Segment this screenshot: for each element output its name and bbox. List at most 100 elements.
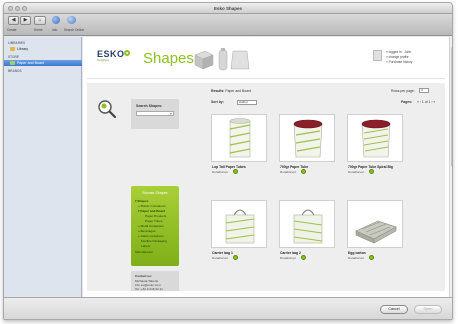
sidebar-heading-libraries: LIBRARIES: [8, 41, 26, 45]
browse-panel-title: Browse Shapes: [142, 191, 168, 195]
paper-tube-icon: [293, 119, 323, 158]
logged-in-text: » logged in : John: [386, 50, 412, 54]
product-vendor: Rotadisrupt: [280, 170, 296, 174]
app-window: Esko Shapes ◀ ▶ ⌂ Create Home Info Searc…: [3, 2, 453, 320]
header-bottle-icon: [218, 48, 228, 71]
brand-title: Shapes: [143, 50, 194, 67]
search-input[interactable]: »: [136, 111, 174, 116]
search-online-button[interactable]: [67, 16, 76, 24]
search-panel: Search Shapes: »: [131, 99, 179, 129]
tree-item-shapes[interactable]: ▾ Shapes: [135, 199, 148, 203]
sort-label: Sort by:: [211, 100, 224, 104]
carrier-bag-icon: [225, 209, 255, 244]
scrollbar-thumb[interactable]: [451, 47, 452, 167]
product-name[interactable]: Egg carton: [348, 251, 366, 255]
store-content: ESKO Graphics Shapes » logged in: John …: [83, 37, 452, 297]
user-avatar-icon: [373, 50, 382, 61]
sidebar-item-paper-and-board[interactable]: Paper and Board: [4, 60, 82, 66]
product-vendor: Rotadisrupt: [212, 256, 228, 260]
tree-item-metal-containers[interactable]: » Metal Containers: [138, 224, 164, 228]
product-thumbnail[interactable]: [211, 200, 267, 248]
cancel-button[interactable]: Cancel: [380, 305, 408, 314]
change-profile-link[interactable]: » change profile: [386, 55, 409, 59]
info-button[interactable]: [52, 16, 60, 24]
tree-item-beverages[interactable]: » Beverages: [138, 229, 155, 233]
main-band: Search Shapes: » Browse Shapes ▾ Shapes …: [87, 83, 445, 291]
add-product-button[interactable]: [369, 255, 374, 260]
rows-per-page-select[interactable]: 3: [419, 88, 429, 93]
title-bar: Esko Shapes: [4, 3, 452, 14]
product-vendor: Rotadisrupt: [348, 256, 364, 260]
toolbar-label-search-online: Search Online: [64, 28, 85, 32]
vertical-scrollbar[interactable]: [449, 37, 452, 297]
sidebar-item-library[interactable]: Library: [9, 46, 77, 52]
product-thumbnail[interactable]: [279, 114, 335, 162]
results-area: Results: Paper and Board Sort by: Author…: [211, 87, 441, 287]
esko-logo-tagline: Graphics: [97, 58, 110, 62]
pages-label: Pages:: [401, 100, 413, 104]
sort-select[interactable]: Author: [237, 100, 257, 105]
contact-panel: Contact us: Michaela Taberle info.eu@esk…: [131, 271, 179, 291]
add-product-button[interactable]: [233, 169, 238, 174]
add-product-button[interactable]: [233, 255, 238, 260]
paper-tube-icon: [229, 118, 251, 158]
toolbar-label-create: Create: [7, 28, 17, 32]
sidebar-item-label: Paper and Board: [17, 61, 45, 65]
add-product-button[interactable]: [301, 255, 306, 260]
tree-item-manufacturer[interactable]: Manufacturer: [135, 250, 153, 254]
results-heading: Results:: [211, 89, 225, 93]
contact-phone: Tel: +32 9 216 92 11: [135, 287, 163, 291]
tree-item-paper-tubes[interactable]: Paper Tubes: [145, 219, 163, 223]
pagination-nav[interactable]: « ‹ 1 of 1 › »: [417, 100, 435, 104]
product-vendor: Rotadisrupt: [348, 170, 364, 174]
tree-item-flexible-packaging[interactable]: Flexible Packaging: [141, 239, 167, 243]
user-box: » logged in : John » change profile » Pu…: [373, 48, 441, 68]
product-name[interactable]: Lop Tall Paper Tubes: [212, 165, 246, 169]
toolbar-label-info: Info: [52, 28, 58, 32]
product-card[interactable]: Carrier bag 1 Rotadisrupt: [211, 200, 267, 266]
product-card[interactable]: Lop Tall Paper Tubes Rotadisrupt: [211, 114, 267, 180]
product-card[interactable]: Carrier bag 2 Rotadisrupt: [279, 200, 335, 266]
tree-item-glass-containers[interactable]: » Glass containers: [138, 234, 164, 238]
header-box-icon: [194, 50, 214, 70]
toolbar: ◀ ▶ ⌂ Create Home Info Search Online: [4, 14, 452, 36]
product-vendor: Rotadisrupt: [280, 256, 296, 260]
add-product-button[interactable]: [301, 169, 306, 174]
back-button[interactable]: ◀: [8, 16, 19, 25]
tree-item-plastic-containers[interactable]: » Plastic Containers: [138, 204, 166, 208]
forward-button[interactable]: ▶: [20, 16, 31, 25]
search-go-button[interactable]: »: [170, 112, 172, 116]
tree-item-paper-products[interactable]: Paper Products: [145, 214, 166, 218]
sidebar-item-label: Library: [17, 47, 28, 51]
purchase-history-link[interactable]: » Purchase history: [386, 60, 412, 64]
add-product-button[interactable]: [369, 169, 374, 174]
tree-item-paper-and-board[interactable]: ▾ Paper and Board: [138, 209, 165, 213]
product-thumbnail[interactable]: [211, 114, 267, 162]
sidebar: LIBRARIES Library STORE Paper and Board …: [4, 37, 82, 297]
carrier-bag-icon: [293, 209, 323, 244]
product-thumbnail[interactable]: [347, 200, 403, 248]
window-title: Esko Shapes: [213, 6, 242, 11]
product-vendor: Rotadisrupt: [212, 170, 228, 174]
header-pouch-icon: [230, 50, 250, 70]
home-button[interactable]: ⌂: [34, 16, 46, 25]
product-card[interactable]: 700gr Paper Tube Spiral Big Rotadisrupt: [347, 114, 403, 180]
product-name[interactable]: Carrier bag 2: [280, 251, 301, 255]
dialog-footer: Cancel Open: [4, 297, 452, 319]
product-card[interactable]: 700gr Paper Tube Rotadisrupt: [279, 114, 335, 180]
header-shapes-illustration: [194, 48, 250, 71]
product-thumbnail[interactable]: [347, 114, 403, 162]
product-card[interactable]: Egg carton Rotadisrupt: [347, 200, 403, 266]
product-name[interactable]: Carrier bag 1: [212, 251, 233, 255]
rows-value: 3: [421, 88, 423, 92]
sidebar-heading-store: STORE: [8, 55, 19, 59]
home-icon: ⌂: [38, 17, 42, 23]
tree-item-labels[interactable]: Labels: [141, 244, 150, 248]
store-icon: [10, 61, 15, 65]
paper-tube-icon: [361, 119, 391, 158]
product-thumbnail[interactable]: [279, 200, 335, 248]
open-button[interactable]: Open: [414, 305, 442, 314]
contact-title: Contact us:: [135, 274, 153, 278]
rows-per-page-label: Rows per page:: [391, 89, 415, 93]
store-header: ESKO Graphics Shapes » logged in: John …: [87, 41, 445, 79]
